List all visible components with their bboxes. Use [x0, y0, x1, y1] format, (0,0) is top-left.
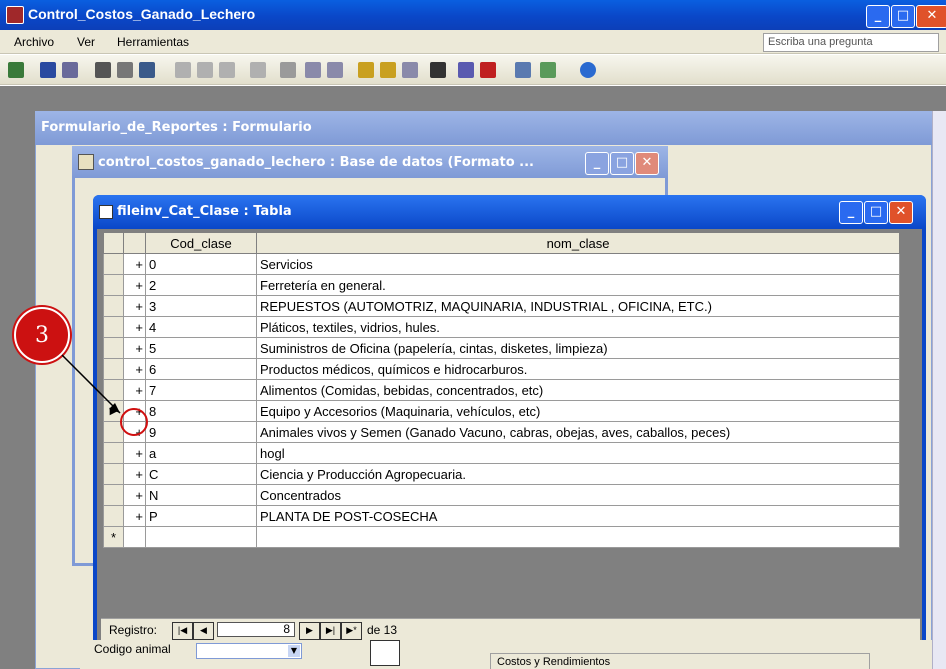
previous-record-button[interactable]: ◀: [193, 622, 214, 640]
next-record-button[interactable]: ▶: [299, 622, 320, 640]
first-record-button[interactable]: |◀: [172, 622, 193, 640]
record-total: de 13: [367, 623, 398, 637]
current-record-field[interactable]: 8: [217, 622, 295, 637]
record-navigation-bar: Registro: |◀ ◀ 8 ▶ ▶| ▶* de 13: [101, 618, 920, 640]
expand-button-highlight-circle: [120, 408, 148, 436]
callout-arrow: [61, 354, 121, 414]
codigo-animal-label: Codigo animal: [94, 642, 171, 656]
animal-image-icon: [370, 640, 400, 666]
record-label: Registro:: [109, 623, 158, 637]
new-record-nav-button[interactable]: ▶*: [341, 622, 362, 640]
chevron-down-icon[interactable]: ▼: [288, 645, 300, 657]
codigo-animal-combo[interactable]: [196, 643, 302, 659]
costos-rendimientos-tab[interactable]: Costos y Rendimientos: [490, 653, 870, 669]
last-record-button[interactable]: ▶|: [320, 622, 341, 640]
